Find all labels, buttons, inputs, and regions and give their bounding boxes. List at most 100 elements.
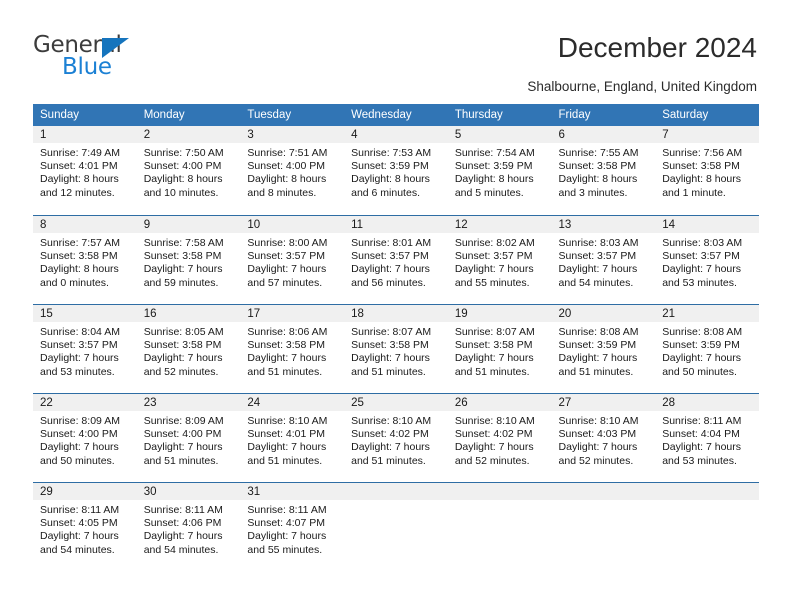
calendar-day-cell[interactable]: 12 Sunrise: 8:02 AM Sunset: 3:57 PM Dayligh…	[447, 215, 552, 304]
sunset-text: Sunset: 4:03 PM	[558, 428, 637, 441]
calendar-day-cell[interactable]: 7 Sunrise: 7:56 AM Sunset: 3:58 PM Daylight…	[655, 126, 759, 215]
daylight-text-line2: and 51 minutes.	[351, 365, 426, 378]
weekday-header-tuesday: Tuesday	[240, 104, 345, 126]
sunrise-text: Sunrise: 8:10 AM	[558, 415, 639, 427]
day-cell-inner: 7 Sunrise: 7:56 AM Sunset: 3:58 PM Daylight…	[655, 126, 759, 215]
calendar-day-cell[interactable]: 22 Sunrise: 8:09 AM Sunset: 4:00 PM Dayligh…	[33, 393, 137, 482]
day-cell-inner	[344, 482, 448, 571]
calendar-day-cell[interactable]: 6 Sunrise: 7:55 AM Sunset: 3:58 PM Daylight…	[551, 126, 656, 215]
sunset-text: Sunset: 3:58 PM	[454, 339, 533, 352]
day-details: Sunrise: 7:53 AM Sunset: 3:59 PM Daylight:…	[344, 143, 448, 200]
calendar-day-cell[interactable]: 16 Sunrise: 8:05 AM Sunset: 3:58 PM Dayligh…	[136, 304, 241, 393]
day-details: Sunrise: 8:07 AM Sunset: 3:58 PM Daylight:…	[448, 322, 552, 379]
calendar-day-cell[interactable]: 29 Sunrise: 8:11 AM Sunset: 4:05 PM Dayligh…	[33, 482, 137, 571]
calendar-day-cell[interactable]	[551, 482, 656, 571]
day-cell-inner: 28 Sunrise: 8:11 AM Sunset: 4:04 PM Dayligh…	[655, 393, 759, 482]
calendar-page: General Blue December 2024 Shalbourne, E…	[0, 0, 792, 612]
daylight-text-line2: and 57 minutes.	[247, 276, 323, 289]
general-blue-logo[interactable]: General Blue	[33, 33, 213, 81]
day-details: Sunrise: 8:07 AM Sunset: 3:58 PM Daylight:…	[344, 322, 448, 379]
calendar-day-cell[interactable]: 3 Sunrise: 7:51 AM Sunset: 4:00 PM Daylight…	[240, 126, 345, 215]
day-details	[552, 500, 656, 504]
calendar-day-cell[interactable]	[655, 482, 759, 571]
daylight-text-line1: Daylight: 8 hours	[40, 173, 119, 186]
sunset-text: Sunset: 3:58 PM	[558, 160, 637, 173]
calendar-day-cell[interactable]: 8 Sunrise: 7:57 AM Sunset: 3:58 PM Daylight…	[33, 215, 137, 304]
calendar-day-cell[interactable]: 2 Sunrise: 7:50 AM Sunset: 4:00 PM Daylight…	[136, 126, 241, 215]
daylight-text-line2: and 53 minutes.	[40, 365, 115, 378]
calendar-day-cell[interactable]: 5 Sunrise: 7:54 AM Sunset: 3:59 PM Daylight…	[447, 126, 552, 215]
sunrise-text: Sunrise: 8:09 AM	[143, 415, 224, 427]
day-number: 9	[136, 216, 241, 233]
day-cell-inner: 10 Sunrise: 8:00 AM Sunset: 3:57 PM Dayligh…	[240, 215, 345, 304]
daylight-text-line1: Daylight: 8 hours	[558, 173, 638, 186]
daylight-text-line1: Daylight: 7 hours	[662, 263, 742, 276]
sunrise-text: Sunrise: 8:11 AM	[40, 504, 120, 516]
sunset-text: Sunset: 4:00 PM	[143, 428, 222, 441]
daylight-text-line1: Daylight: 7 hours	[558, 352, 638, 365]
calendar-day-cell[interactable]: 23 Sunrise: 8:09 AM Sunset: 4:00 PM Dayligh…	[136, 393, 241, 482]
day-details: Sunrise: 7:55 AM Sunset: 3:58 PM Daylight:…	[552, 143, 656, 200]
calendar-day-cell[interactable]: 13 Sunrise: 8:03 AM Sunset: 3:57 PM Dayligh…	[551, 215, 656, 304]
day-cell-inner: 15 Sunrise: 8:04 AM Sunset: 3:57 PM Dayligh…	[33, 304, 137, 393]
calendar-day-cell[interactable]: 21 Sunrise: 8:08 AM Sunset: 3:59 PM Dayligh…	[655, 304, 759, 393]
sunrise-text: Sunrise: 7:54 AM	[454, 147, 535, 159]
sunset-text: Sunset: 4:04 PM	[662, 428, 740, 441]
day-number: 28	[655, 394, 759, 411]
weekday-header-row: Sunday Monday Tuesday Wednesday Thursday…	[33, 104, 759, 126]
calendar-day-cell[interactable]: 19 Sunrise: 8:07 AM Sunset: 3:58 PM Dayligh…	[447, 304, 552, 393]
sunrise-text: Sunrise: 7:51 AM	[247, 147, 328, 159]
calendar-day-cell[interactable]: 18 Sunrise: 8:07 AM Sunset: 3:58 PM Dayligh…	[344, 304, 448, 393]
daylight-text-line1: Daylight: 7 hours	[454, 441, 534, 454]
sunrise-text: Sunrise: 8:10 AM	[454, 415, 535, 427]
daylight-text-line1: Daylight: 7 hours	[351, 352, 430, 365]
sunrise-text: Sunrise: 8:11 AM	[662, 415, 742, 427]
day-cell-inner: 20 Sunrise: 8:08 AM Sunset: 3:59 PM Dayligh…	[551, 304, 656, 393]
sunrise-text: Sunrise: 8:00 AM	[247, 237, 328, 249]
day-number: 15	[33, 305, 137, 322]
day-number: 8	[33, 216, 137, 233]
calendar-day-cell[interactable]: 9 Sunrise: 7:58 AM Sunset: 3:58 PM Daylight…	[136, 215, 241, 304]
calendar-day-cell[interactable]: 14 Sunrise: 8:03 AM Sunset: 3:57 PM Dayligh…	[655, 215, 759, 304]
day-number: 23	[136, 394, 241, 411]
day-number: 4	[344, 126, 448, 143]
calendar-day-cell[interactable]: 27 Sunrise: 8:10 AM Sunset: 4:03 PM Dayligh…	[551, 393, 656, 482]
day-details: Sunrise: 8:00 AM Sunset: 3:57 PM Daylight:…	[240, 233, 344, 290]
daylight-text-line2: and 51 minutes.	[247, 365, 323, 378]
daylight-text-line1: Daylight: 7 hours	[454, 352, 534, 365]
calendar-body: 1 Sunrise: 7:49 AM Sunset: 4:01 PM Daylight…	[33, 126, 759, 571]
daylight-text-line2: and 51 minutes.	[351, 454, 426, 467]
calendar-day-cell[interactable]: 20 Sunrise: 8:08 AM Sunset: 3:59 PM Dayligh…	[551, 304, 656, 393]
calendar-day-cell[interactable]: 1 Sunrise: 7:49 AM Sunset: 4:01 PM Daylight…	[33, 126, 137, 215]
calendar-day-cell[interactable]: 24 Sunrise: 8:10 AM Sunset: 4:01 PM Dayligh…	[240, 393, 345, 482]
calendar-day-cell[interactable]: 4 Sunrise: 7:53 AM Sunset: 3:59 PM Daylight…	[344, 126, 448, 215]
calendar-day-cell[interactable]: 25 Sunrise: 8:10 AM Sunset: 4:02 PM Dayligh…	[344, 393, 448, 482]
daylight-text-line2: and 59 minutes.	[143, 276, 219, 289]
sunset-text: Sunset: 4:00 PM	[143, 160, 222, 173]
sunset-text: Sunset: 4:06 PM	[143, 517, 222, 530]
day-details: Sunrise: 8:10 AM Sunset: 4:02 PM Daylight:…	[448, 411, 552, 468]
calendar-day-cell[interactable]: 26 Sunrise: 8:10 AM Sunset: 4:02 PM Dayligh…	[447, 393, 552, 482]
calendar-day-cell[interactable]: 28 Sunrise: 8:11 AM Sunset: 4:04 PM Dayligh…	[655, 393, 759, 482]
calendar-day-cell[interactable]: 15 Sunrise: 8:04 AM Sunset: 3:57 PM Dayligh…	[33, 304, 137, 393]
daylight-text-line2: and 50 minutes.	[40, 454, 115, 467]
day-number: 25	[344, 394, 448, 411]
calendar-day-cell[interactable]: 17 Sunrise: 8:06 AM Sunset: 3:58 PM Dayligh…	[240, 304, 345, 393]
calendar-day-cell[interactable]	[344, 482, 448, 571]
calendar-day-cell[interactable]: 30 Sunrise: 8:11 AM Sunset: 4:06 PM Dayligh…	[136, 482, 241, 571]
calendar-day-cell[interactable]: 10 Sunrise: 8:00 AM Sunset: 3:57 PM Dayligh…	[240, 215, 345, 304]
sunset-text: Sunset: 3:58 PM	[143, 250, 222, 263]
sunrise-text: Sunrise: 7:58 AM	[143, 237, 224, 249]
daylight-text-line2: and 56 minutes.	[351, 276, 426, 289]
daylight-text-line2: and 54 minutes.	[40, 543, 115, 556]
day-number: 13	[551, 216, 656, 233]
calendar-day-cell[interactable]: 11 Sunrise: 8:01 AM Sunset: 3:57 PM Dayligh…	[344, 215, 448, 304]
day-details: Sunrise: 8:09 AM Sunset: 4:00 PM Daylight:…	[137, 411, 241, 468]
calendar-day-cell[interactable]	[447, 482, 552, 571]
sunrise-text: Sunrise: 8:10 AM	[351, 415, 432, 427]
day-cell-inner: 4 Sunrise: 7:53 AM Sunset: 3:59 PM Daylight…	[344, 126, 448, 215]
daylight-text-line2: and 6 minutes.	[351, 186, 420, 199]
day-number: 26	[447, 394, 552, 411]
calendar-day-cell[interactable]: 31 Sunrise: 8:11 AM Sunset: 4:07 PM Dayligh…	[240, 482, 345, 571]
sunset-text: Sunset: 3:58 PM	[351, 339, 429, 352]
